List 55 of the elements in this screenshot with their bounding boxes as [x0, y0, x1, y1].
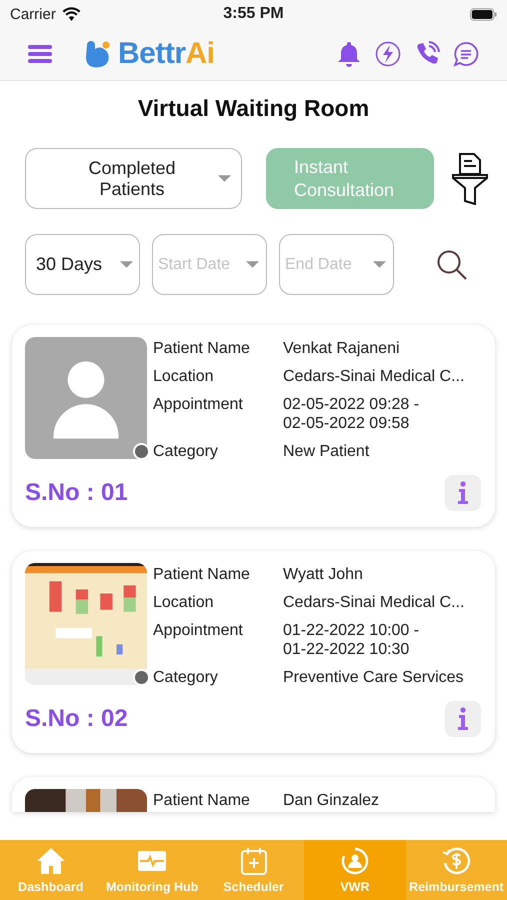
field-value: 01-22-2022 10:00 - 01-22-2022 10:30: [283, 621, 420, 659]
caret-icon: [373, 261, 386, 268]
caret-icon: [120, 261, 133, 268]
carrier-label: Carrier: [10, 6, 56, 22]
page-title: Virtual Waiting Room: [136, 95, 370, 122]
info-button[interactable]: [445, 701, 481, 737]
field-value: 02-05-2022 09:28 - 02-05-2022 09:58: [283, 395, 420, 433]
range-dropdown[interactable]: 30 Days: [25, 234, 140, 295]
end-date-field[interactable]: End Date: [279, 234, 394, 295]
instant-consultation-button[interactable]: Instant Consultation: [266, 148, 434, 209]
field-label: Category: [153, 442, 219, 461]
field-label: Location: [153, 593, 214, 612]
field-value: Cedars-Sinai Medical C...: [283, 367, 464, 386]
dollar-icon: [441, 846, 472, 876]
tab-item[interactable]: Reimbursement: [406, 840, 507, 900]
start-date-field[interactable]: Start Date: [152, 234, 267, 295]
field-label: Patient Name: [153, 339, 251, 358]
field-value: Venkat Rajaneni: [283, 339, 401, 358]
home-icon: [36, 846, 66, 876]
info-icon: [457, 481, 469, 505]
search-icon[interactable]: [436, 248, 468, 280]
app-logo-text: BettrAi: [118, 37, 215, 71]
lightning-icon[interactable]: [375, 41, 401, 67]
field-value: Cedars-Sinai Medical C...: [283, 593, 464, 612]
tab-item[interactable]: Monitoring Hub: [101, 840, 203, 900]
field-label: Appointment: [153, 621, 244, 641]
field-label: Patient Name: [153, 791, 251, 810]
field-label: Patient Name: [153, 565, 251, 584]
filter-icon[interactable]: [452, 152, 488, 204]
field-value: Preventive Care Services: [283, 668, 464, 687]
avatar-icon: [25, 337, 147, 459]
field-value: Wyatt John: [283, 565, 364, 584]
calendar-icon: [238, 846, 269, 876]
field-value: Dan Ginzalez: [283, 791, 380, 810]
field-label: Appointment: [153, 395, 244, 415]
tab-item[interactable]: Scheduler: [202, 840, 304, 900]
serial-number: S.No : 01: [25, 479, 128, 507]
field-label: Location: [153, 367, 214, 386]
serial-number: S.No : 02: [25, 705, 128, 733]
caret-icon: [246, 261, 259, 268]
field-value: New Patient: [283, 442, 370, 461]
status-time: 3:55 PM: [223, 5, 284, 23]
patient-type-dropdown[interactable]: Completed Patients: [25, 148, 242, 209]
caret-icon: [218, 175, 231, 182]
bell-icon[interactable]: [336, 41, 362, 67]
chat-icon[interactable]: [453, 41, 479, 67]
menu-icon[interactable]: [28, 44, 52, 64]
tab-item[interactable]: VWR: [304, 840, 406, 900]
info-icon: [457, 707, 469, 731]
info-button[interactable]: [445, 475, 481, 511]
tab-item[interactable]: Dashboard: [0, 840, 102, 900]
wifi-icon: [62, 7, 81, 21]
user-circle-icon: [340, 846, 370, 876]
field-label: Category: [153, 668, 219, 687]
battery-icon: [470, 8, 497, 20]
